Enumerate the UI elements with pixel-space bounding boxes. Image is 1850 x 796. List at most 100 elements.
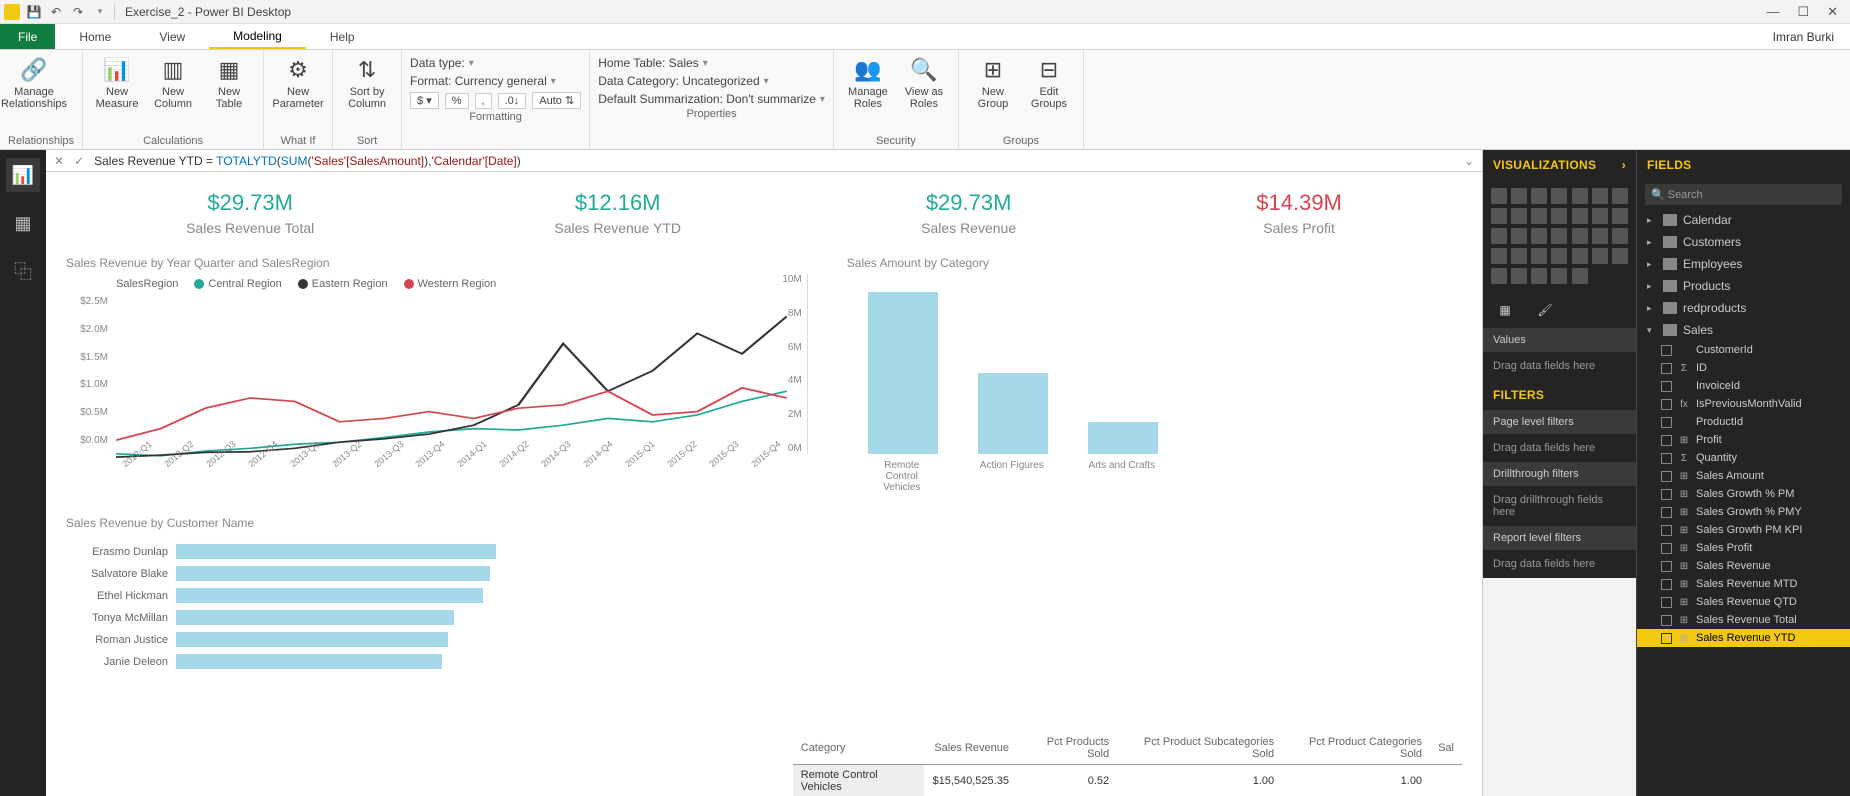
field-item[interactable]: fxIsPreviousMonthValid [1637, 395, 1850, 413]
formula-text[interactable]: Sales Revenue YTD = TOTALYTD(SUM('Sales'… [94, 154, 1454, 168]
summarization-dropdown[interactable]: Default Summarization: Don't summarize [598, 92, 825, 106]
data-view-icon[interactable]: ▦ [6, 206, 40, 240]
new-parameter-button[interactable]: ⚙New Parameter [272, 52, 324, 133]
viz-type-icon[interactable] [1531, 268, 1547, 284]
kpi-card[interactable]: $14.39MSales Profit [1256, 190, 1342, 236]
field-item[interactable]: ⊞Sales Revenue QTD [1637, 593, 1850, 611]
field-item[interactable]: InvoiceId [1637, 377, 1850, 395]
hbar-row[interactable]: Salvatore Blake [66, 566, 736, 581]
viz-type-icon[interactable] [1531, 188, 1547, 204]
commit-icon[interactable]: ✓ [74, 154, 84, 168]
viz-type-icon[interactable] [1612, 208, 1628, 224]
hbar-row[interactable]: Tonya McMillan [66, 610, 736, 625]
report-canvas[interactable]: $29.73MSales Revenue Total $12.16MSales R… [46, 172, 1482, 796]
viz-type-icon[interactable] [1531, 228, 1547, 244]
viz-type-icon[interactable] [1572, 248, 1588, 264]
table-node[interactable]: ▸Calendar [1637, 209, 1850, 231]
field-item[interactable]: ⊞Sales Profit [1637, 539, 1850, 557]
data-table[interactable]: CategorySales RevenuePct Products SoldPc… [793, 732, 1462, 796]
viz-type-icon[interactable] [1551, 268, 1567, 284]
field-item[interactable]: ΣID [1637, 359, 1850, 377]
new-column-button[interactable]: ▥New Column [147, 52, 199, 133]
viz-type-icon[interactable] [1572, 268, 1588, 284]
table-node[interactable]: ▸redproducts [1637, 297, 1850, 319]
bar[interactable] [868, 292, 938, 454]
expand-icon[interactable]: ⌄ [1464, 154, 1474, 168]
viz-type-icon[interactable] [1572, 188, 1588, 204]
comma-button[interactable]: , [475, 93, 492, 109]
viz-type-icon[interactable] [1511, 208, 1527, 224]
save-icon[interactable]: 💾 [26, 4, 42, 20]
viz-type-icon[interactable] [1491, 208, 1507, 224]
formula-bar[interactable]: ✕ ✓ Sales Revenue YTD = TOTALYTD(SUM('Sa… [46, 150, 1482, 172]
viz-type-icon[interactable] [1511, 248, 1527, 264]
view-as-roles-button[interactable]: 🔍View as Roles [898, 52, 950, 133]
data-type-dropdown[interactable]: Data type: [410, 56, 581, 70]
viz-type-icon[interactable] [1551, 228, 1567, 244]
field-item[interactable]: ProductId [1637, 413, 1850, 431]
kpi-card[interactable]: $29.73MSales Revenue [921, 190, 1016, 236]
hbar-row[interactable]: Janie Deleon [66, 654, 736, 669]
viz-type-icon[interactable] [1511, 188, 1527, 204]
bar[interactable] [1088, 422, 1158, 454]
viz-type-icon[interactable] [1491, 228, 1507, 244]
sort-by-column-button[interactable]: ⇅Sort by Column [341, 52, 393, 133]
report-view-icon[interactable]: 📊 [6, 158, 40, 192]
column-header[interactable]: Sal [1430, 732, 1462, 765]
tab-help[interactable]: Help [306, 24, 379, 49]
viz-type-icon[interactable] [1491, 248, 1507, 264]
field-item[interactable]: ΣQuantity [1637, 449, 1850, 467]
table-node-expanded[interactable]: ▾Sales [1637, 319, 1850, 341]
field-item[interactable]: CustomerId [1637, 341, 1850, 359]
field-item[interactable]: ⊞Sales Growth % PM [1637, 485, 1850, 503]
viz-header[interactable]: VISUALIZATIONS› [1483, 150, 1636, 180]
viz-type-icon[interactable] [1511, 228, 1527, 244]
page-filters-dropzone[interactable]: Drag data fields here [1483, 434, 1636, 462]
close-icon[interactable]: ✕ [1827, 4, 1838, 20]
file-menu[interactable]: File [0, 24, 55, 49]
field-item[interactable]: ⊞Sales Revenue Total [1637, 611, 1850, 629]
table-row[interactable]: Remote Control Vehicles$15,540,525.350.5… [793, 765, 1462, 796]
minimize-icon[interactable]: — [1766, 4, 1779, 20]
home-table-dropdown[interactable]: Home Table: Sales [598, 56, 825, 70]
column-header[interactable]: Sales Revenue [924, 732, 1016, 765]
viz-type-icon[interactable] [1612, 228, 1628, 244]
values-dropzone[interactable]: Drag data fields here [1483, 352, 1636, 380]
column-header[interactable]: Pct Products Sold [1017, 732, 1117, 765]
column-header[interactable]: Pct Product Subcategories Sold [1117, 732, 1282, 765]
viz-type-icon[interactable] [1612, 248, 1628, 264]
user-name[interactable]: Imran Burki [1773, 24, 1850, 49]
maximize-icon[interactable]: ☐ [1797, 4, 1809, 20]
kpi-card[interactable]: $29.73MSales Revenue Total [186, 190, 314, 236]
table-node[interactable]: ▸Customers [1637, 231, 1850, 253]
report-filters-dropzone[interactable]: Drag data fields here [1483, 550, 1636, 578]
fields-search[interactable]: 🔍 Search [1645, 184, 1842, 205]
redo-icon[interactable]: ↷ [70, 4, 86, 20]
viz-type-icon[interactable] [1612, 188, 1628, 204]
viz-type-icon[interactable] [1572, 208, 1588, 224]
viz-type-icon[interactable] [1592, 208, 1608, 224]
bar[interactable] [978, 373, 1048, 454]
cancel-icon[interactable]: ✕ [54, 154, 64, 168]
column-header[interactable]: Category [793, 732, 925, 765]
field-item[interactable]: ⊞Profit [1637, 431, 1850, 449]
manage-relationships-button[interactable]: 🔗Manage Relationships [8, 52, 60, 133]
drill-filters-dropzone[interactable]: Drag drillthrough fields here [1483, 486, 1636, 526]
kpi-card[interactable]: $12.16MSales Revenue YTD [554, 190, 681, 236]
hbar-chart[interactable]: Sales Revenue by Customer Name Erasmo Du… [66, 516, 736, 669]
hbar-row[interactable]: Roman Justice [66, 632, 736, 647]
currency-button[interactable]: $ ▾ [410, 92, 439, 109]
field-item[interactable]: ⊞Sales Revenue [1637, 557, 1850, 575]
fields-header[interactable]: FIELDS [1637, 150, 1850, 180]
new-measure-button[interactable]: 📊New Measure [91, 52, 143, 133]
table-node[interactable]: ▸Employees [1637, 253, 1850, 275]
viz-type-icon[interactable] [1491, 268, 1507, 284]
viz-type-icon[interactable] [1511, 268, 1527, 284]
hbar-row[interactable]: Ethel Hickman [66, 588, 736, 603]
column-header[interactable]: Pct Product Categories Sold [1282, 732, 1430, 765]
hbar-row[interactable]: Erasmo Dunlap [66, 544, 736, 559]
decimal-decrease-button[interactable]: .0↓ [498, 93, 527, 109]
bar-chart[interactable]: Sales Amount by Category 10M8M6M4M2M0M R… [807, 256, 1462, 486]
viz-type-icon[interactable] [1551, 208, 1567, 224]
format-mode-icon[interactable]: 🖌 [1535, 300, 1555, 320]
